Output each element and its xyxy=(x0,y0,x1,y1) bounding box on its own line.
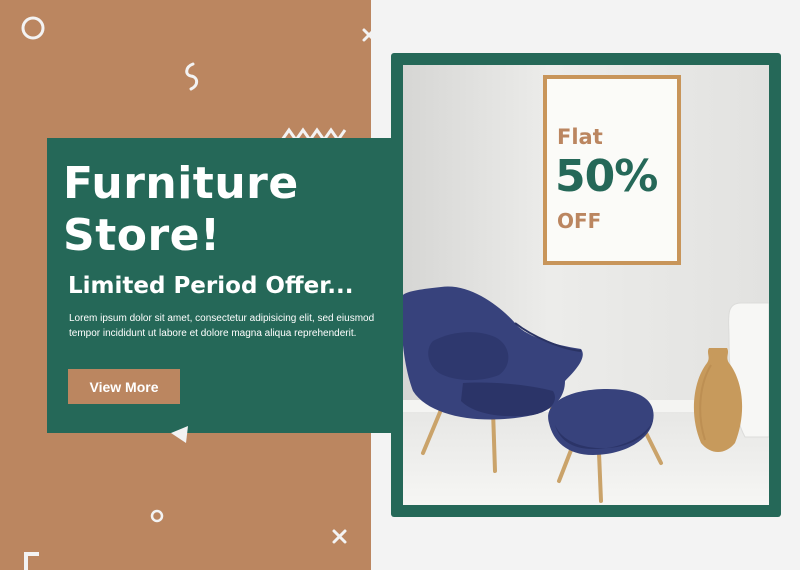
corner-bracket-decoration-icon xyxy=(24,552,39,570)
offer-subheading: Limited Period Offer... xyxy=(68,273,354,299)
headline-line-2: Store! xyxy=(63,210,221,261)
product-photo-frame: Flat 50% OFF xyxy=(391,53,781,517)
promo-card: Furniture Store! Limited Period Offer...… xyxy=(47,138,409,433)
triangle-decoration-icon xyxy=(171,426,188,443)
poster-flat-text: Flat xyxy=(557,125,603,149)
cross-decoration-icon xyxy=(362,28,376,42)
squiggle-decoration-icon xyxy=(185,62,199,91)
furniture-photo: Flat 50% OFF xyxy=(403,65,769,505)
page-title: Furniture Store! xyxy=(63,158,393,262)
promo-description: Lorem ipsum dolor sit amet, consectetur … xyxy=(69,313,375,339)
view-more-button[interactable]: View More xyxy=(68,369,180,404)
poster-discount-percent: 50% xyxy=(555,151,658,202)
poster-off-text: OFF xyxy=(557,209,602,233)
small-circle-decoration-icon xyxy=(150,509,164,523)
cross-decoration-icon xyxy=(332,529,347,544)
circle-decoration-icon xyxy=(21,16,45,40)
headline-line-1: Furniture xyxy=(63,158,299,209)
sale-poster: Flat 50% OFF xyxy=(543,75,681,265)
